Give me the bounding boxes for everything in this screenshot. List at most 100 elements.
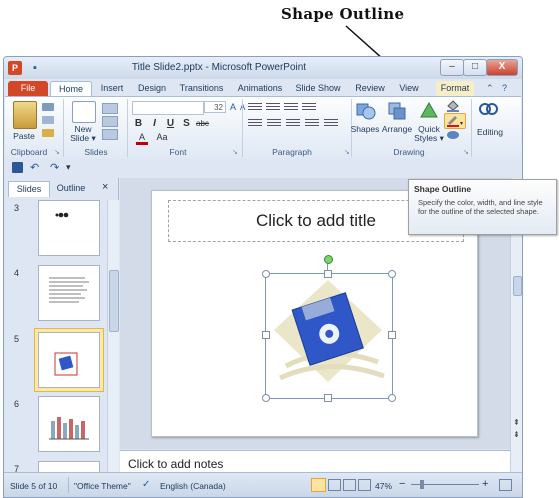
zoom-slider-thumb[interactable] <box>420 480 424 489</box>
tab-slide-show[interactable]: Slide Show <box>293 81 343 96</box>
tab-slides[interactable]: Slides <box>8 181 50 197</box>
slide-number: 4 <box>14 268 20 278</box>
shapes-icon[interactable] <box>356 101 376 121</box>
svg-text:▾: ▾ <box>460 121 463 127</box>
resize-handle[interactable] <box>262 270 270 278</box>
numbering-icon[interactable] <box>266 103 280 112</box>
arrange-button[interactable]: Arrange <box>379 124 415 134</box>
shape-outline-button[interactable]: ▾ <box>444 113 466 129</box>
tooltip-title: Shape Outline <box>414 184 472 194</box>
customize-qat-icon[interactable]: ▾ <box>66 162 71 173</box>
minimize-button[interactable]: – <box>440 59 464 76</box>
pane-scroll-thumb[interactable] <box>109 270 119 332</box>
tab-view[interactable]: View <box>394 81 424 96</box>
align-left-icon[interactable] <box>248 119 262 128</box>
cut-icon[interactable] <box>42 103 54 111</box>
clipboard-launcher-icon[interactable]: ↘ <box>54 148 60 156</box>
tab-review[interactable]: Review <box>350 81 390 96</box>
font-launcher-icon[interactable]: ↘ <box>232 148 238 156</box>
grow-font-icon[interactable]: A <box>230 102 236 112</box>
next-slide-icon[interactable]: ⇟ <box>513 430 520 439</box>
format-painter-icon[interactable] <box>42 129 54 137</box>
pane-scrollbar[interactable] <box>107 200 119 472</box>
tab-insert[interactable]: Insert <box>92 81 132 96</box>
close-button[interactable]: X <box>486 59 518 76</box>
bold-button[interactable]: B <box>132 118 145 129</box>
minimize-ribbon-icon[interactable]: ⌃ <box>486 83 494 94</box>
close-pane-icon[interactable]: × <box>102 181 108 193</box>
reset-icon[interactable] <box>102 116 118 127</box>
spelling-check-icon[interactable]: ✓ <box>142 479 150 490</box>
tab-transitions[interactable]: Transitions <box>174 81 229 96</box>
slide-scroll-thumb[interactable] <box>513 276 522 296</box>
find-icon[interactable] <box>478 101 498 121</box>
resize-handle[interactable] <box>262 331 270 339</box>
maximize-button[interactable]: □ <box>463 59 487 76</box>
font-color-icon[interactable]: A <box>136 132 148 145</box>
redo-icon[interactable]: ↷ <box>50 161 59 174</box>
resize-handle[interactable] <box>388 331 396 339</box>
columns-icon[interactable] <box>324 119 338 128</box>
slide-thumbnail-6[interactable] <box>38 396 100 452</box>
tab-design[interactable]: Design <box>132 81 172 96</box>
tab-format[interactable]: Format <box>436 81 474 96</box>
zoom-out-icon[interactable]: − <box>399 478 405 490</box>
tab-file[interactable]: File <box>8 81 48 96</box>
resize-handle[interactable] <box>388 394 396 402</box>
quick-styles-dropdown[interactable]: Styles ▾ <box>412 133 446 143</box>
shape-effects-icon[interactable] <box>446 129 460 141</box>
previous-slide-icon[interactable]: ⇞ <box>513 418 520 427</box>
font-name-combo[interactable] <box>132 101 204 115</box>
zoom-level[interactable]: 47% <box>375 481 392 491</box>
align-right-icon[interactable] <box>286 119 300 128</box>
zoom-in-icon[interactable]: + <box>482 478 488 490</box>
group-separator <box>63 99 64 157</box>
rotate-handle[interactable] <box>324 255 333 264</box>
tab-animations[interactable]: Animations <box>232 81 288 96</box>
image-selection-frame[interactable] <box>265 273 393 399</box>
shadow-button[interactable]: S <box>180 118 193 129</box>
tab-home[interactable]: Home <box>50 81 92 97</box>
slide-thumbnail-4[interactable] <box>38 265 100 321</box>
quick-styles-icon[interactable] <box>418 101 440 121</box>
fit-slide-icon[interactable] <box>499 479 512 491</box>
new-slide-dropdown[interactable]: Slide ▾ <box>66 133 100 143</box>
font-size-combo[interactable]: 32 <box>204 101 226 113</box>
shapes-button[interactable]: Shapes <box>348 124 382 134</box>
resize-handle[interactable] <box>262 394 270 402</box>
justify-icon[interactable] <box>305 119 319 128</box>
increase-indent-icon[interactable] <box>302 103 316 112</box>
save-icon[interactable] <box>12 162 23 173</box>
shape-fill-icon[interactable] <box>446 100 460 112</box>
italic-button[interactable]: I <box>148 118 161 129</box>
copy-icon[interactable] <box>42 116 54 124</box>
arrange-icon[interactable] <box>387 101 407 121</box>
paste-button[interactable]: Paste <box>8 131 40 141</box>
section-icon[interactable] <box>102 129 118 140</box>
underline-button[interactable]: U <box>164 118 177 129</box>
strikethrough-button[interactable]: abc <box>196 119 209 128</box>
align-center-icon[interactable] <box>267 119 281 128</box>
new-slide-icon[interactable] <box>72 101 96 123</box>
slide-sorter-icon[interactable] <box>328 479 341 491</box>
drawing-launcher-icon[interactable]: ↘ <box>463 148 469 156</box>
layout-icon[interactable] <box>102 103 118 114</box>
decrease-indent-icon[interactable] <box>284 103 298 112</box>
slide-thumbnail-3[interactable] <box>38 200 100 256</box>
help-icon[interactable]: ? <box>502 83 507 93</box>
resize-handle[interactable] <box>324 270 332 278</box>
paragraph-launcher-icon[interactable]: ↘ <box>344 148 350 156</box>
editing-button[interactable]: Editing <box>472 127 508 137</box>
slide-thumbnail-5[interactable] <box>38 332 100 388</box>
change-case-icon[interactable]: Aa <box>156 132 168 142</box>
reading-view-icon[interactable] <box>343 479 356 491</box>
bullets-icon[interactable] <box>248 103 262 112</box>
paste-icon[interactable] <box>13 101 37 129</box>
normal-view-icon[interactable] <box>311 478 326 492</box>
slide-show-icon[interactable] <box>358 479 371 491</box>
tab-outline[interactable]: Outline <box>50 181 92 196</box>
language-status[interactable]: English (Canada) <box>160 481 226 491</box>
resize-handle[interactable] <box>388 270 396 278</box>
undo-icon[interactable]: ↶ <box>30 161 39 174</box>
resize-handle[interactable] <box>324 394 332 402</box>
